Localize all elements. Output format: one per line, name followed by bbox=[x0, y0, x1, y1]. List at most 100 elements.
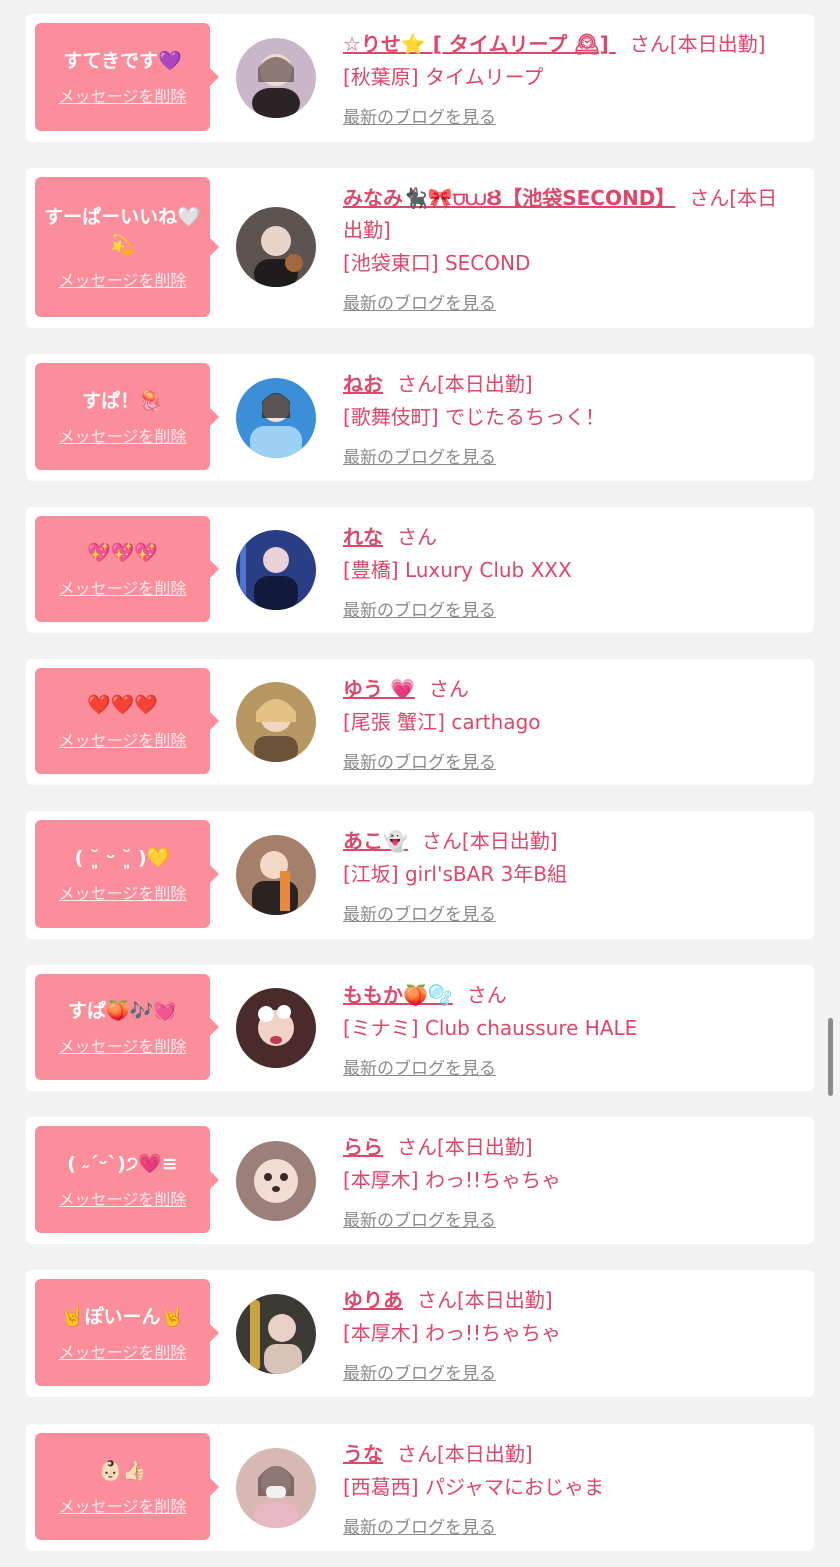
delete-message-link[interactable]: メッセージを削除 bbox=[59, 880, 187, 904]
message-bubble: すてきです💜 メッセージを削除 bbox=[35, 23, 219, 131]
cast-name-link[interactable]: れな bbox=[343, 525, 383, 549]
list-item: ( ˶ˊᵕˋ)੭💗≡ メッセージを削除 らら さん[本日出勤] [本厚木] わっ!… bbox=[26, 1117, 814, 1244]
message-text: すてきです💜 bbox=[63, 50, 182, 72]
message-text: ( ˘͈ ᵕ ˘͈ )💛 bbox=[74, 847, 171, 869]
message-text: すぱ！🪼 bbox=[82, 389, 163, 412]
entry-info: ももか🍑🫧 さん [ミナミ] Club chaussure HALE 最新のブログ… bbox=[343, 979, 796, 1082]
name-line: ☆りせ⭐ [ タイムリープ 🕰] さん[本日出勤] bbox=[343, 28, 796, 60]
avatar-image bbox=[236, 835, 316, 915]
avatar[interactable] bbox=[236, 207, 316, 287]
name-line: ゆりあ さん[本日出勤] bbox=[343, 1284, 796, 1316]
name-suffix: さん[本日出勤] bbox=[397, 1442, 533, 1466]
message-text: 🤘ぽいーん🤘 bbox=[60, 1305, 185, 1328]
avatar-image bbox=[236, 1294, 316, 1374]
name-line: あこ👻 さん[本日出勤] bbox=[343, 825, 796, 857]
avatar[interactable] bbox=[236, 530, 316, 610]
name-line: ももか🍑🫧 さん bbox=[343, 979, 796, 1011]
shop-info: [尾張 蟹江] carthago bbox=[343, 710, 541, 734]
list-item: 💖💖💖 メッセージを削除 れな さん [豊橋] Luxury Club XXX 最… bbox=[26, 507, 814, 633]
avatar-image bbox=[236, 207, 316, 287]
message-bubble: 👶🏻👍🏻 メッセージを削除 bbox=[35, 1433, 219, 1540]
cast-name-link[interactable]: らら bbox=[343, 1135, 383, 1159]
avatar[interactable] bbox=[236, 1141, 316, 1221]
delete-message-link[interactable]: メッセージを削除 bbox=[59, 423, 187, 447]
delete-message-link[interactable]: メッセージを削除 bbox=[59, 727, 187, 751]
cast-name-link[interactable]: ねお bbox=[343, 372, 383, 396]
avatar-image bbox=[236, 682, 316, 762]
cast-name-link[interactable]: ももか🍑🫧 bbox=[343, 983, 453, 1007]
delete-message-link[interactable]: メッセージを削除 bbox=[59, 267, 187, 291]
list-item: すぱ🍑🎶💓 メッセージを削除 ももか🍑🫧 さん [ミナミ] Club chauss… bbox=[26, 965, 814, 1091]
delete-message-link[interactable]: メッセージを削除 bbox=[59, 1339, 187, 1363]
shop-info: [江坂] girl'sBAR 3年B組 bbox=[343, 862, 568, 886]
cast-name-link[interactable]: うな bbox=[343, 1442, 383, 1466]
latest-blog-link[interactable]: 最新のブログを見る bbox=[343, 1361, 496, 1387]
entry-info: あこ👻 さん[本日出勤] [江坂] girl'sBAR 3年B組 最新のブログを見… bbox=[343, 825, 796, 928]
message-text: 💖💖💖 bbox=[87, 542, 158, 564]
entry-info: うな さん[本日出勤] [西葛西] パジャマにおじゃま 最新のブログを見る bbox=[343, 1438, 796, 1541]
message-text: ❤️❤️❤️ bbox=[87, 694, 158, 716]
cast-name-link[interactable]: ゆりあ bbox=[343, 1288, 403, 1312]
latest-blog-link[interactable]: 最新のブログを見る bbox=[343, 598, 496, 624]
entry-info: ねお さん[本日出勤] [歌舞伎町] でじたるちっく！ 最新のブログを見る bbox=[343, 368, 796, 471]
avatar-image bbox=[236, 530, 316, 610]
list-item: すぱ！🪼 メッセージを削除 ねお さん[本日出勤] [歌舞伎町] でじたるちっく！… bbox=[26, 354, 814, 481]
delete-message-link[interactable]: メッセージを削除 bbox=[59, 1493, 187, 1517]
delete-message-link[interactable]: メッセージを削除 bbox=[59, 1033, 187, 1057]
entry-info: ゆりあ さん[本日出勤] [本厚木] わっ!!ちゃちゃ 最新のブログを見る bbox=[343, 1284, 796, 1387]
list-item: すーぱーいいね🤍💫 メッセージを削除 みなみ🐈‍⬛🎀⩌⩊Ȣ【池袋SECOND】さ… bbox=[26, 168, 814, 328]
list-item: 🤘ぽいーん🤘 メッセージを削除 ゆりあ さん[本日出勤] [本厚木] わっ!!ちゃ… bbox=[26, 1270, 814, 1397]
name-suffix: さん[本日出勤] bbox=[397, 372, 533, 396]
latest-blog-link[interactable]: 最新のブログを見る bbox=[343, 750, 496, 776]
delete-message-link[interactable]: メッセージを削除 bbox=[59, 575, 187, 599]
name-line: れな さん bbox=[343, 521, 796, 553]
cast-name-link[interactable]: ゆう 💗 bbox=[343, 677, 415, 701]
avatar[interactable] bbox=[236, 682, 316, 762]
message-text: ( ˶ˊᵕˋ)੭💗≡ bbox=[67, 1152, 178, 1175]
cast-name-link[interactable]: あこ👻 bbox=[343, 829, 408, 853]
message-bubble: ( ˶ˊᵕˋ)੭💗≡ メッセージを削除 bbox=[35, 1126, 219, 1233]
message-bubble: すぱ🍑🎶💓 メッセージを削除 bbox=[35, 974, 219, 1080]
shop-info: [豊橋] Luxury Club XXX bbox=[343, 558, 572, 582]
message-text: すぱ🍑🎶💓 bbox=[68, 1000, 177, 1022]
avatar[interactable] bbox=[236, 988, 316, 1068]
delete-message-link[interactable]: メッセージを削除 bbox=[59, 1186, 187, 1210]
latest-blog-link[interactable]: 最新のブログを見る bbox=[343, 291, 496, 317]
avatar[interactable] bbox=[236, 1448, 316, 1528]
entry-info: らら さん[本日出勤] [本厚木] わっ!!ちゃちゃ 最新のブログを見る bbox=[343, 1131, 796, 1234]
latest-blog-link[interactable]: 最新のブログを見る bbox=[343, 1056, 496, 1082]
cast-name-link[interactable]: みなみ🐈‍⬛🎀⩌⩊Ȣ【池袋SECOND】 bbox=[343, 186, 675, 210]
name-suffix: さん[本日出勤] bbox=[421, 829, 558, 853]
name-line: みなみ🐈‍⬛🎀⩌⩊Ȣ【池袋SECOND】 さん[本日出勤] bbox=[343, 182, 796, 246]
avatar-image bbox=[236, 378, 316, 458]
message-bubble: 💖💖💖 メッセージを削除 bbox=[35, 516, 219, 622]
name-suffix: さん bbox=[466, 983, 507, 1007]
cast-name-link[interactable]: ☆りせ⭐ [ タイムリープ 🕰] bbox=[343, 32, 616, 56]
shop-info: [ミナミ] Club chaussure HALE bbox=[343, 1016, 638, 1040]
entry-info: れな さん [豊橋] Luxury Club XXX 最新のブログを見る bbox=[343, 521, 796, 624]
latest-blog-link[interactable]: 最新のブログを見る bbox=[343, 1515, 496, 1541]
scrollbar[interactable] bbox=[828, 1018, 833, 1096]
delete-message-link[interactable]: メッセージを削除 bbox=[59, 83, 187, 107]
list-item: すてきです💜 メッセージを削除 ☆りせ⭐ [ タイムリープ 🕰] さん[本日出勤… bbox=[26, 14, 814, 142]
shop-info: [秋葉原] タイムリープ bbox=[343, 65, 544, 89]
latest-blog-link[interactable]: 最新のブログを見る bbox=[343, 445, 496, 471]
name-line: ゆう 💗 さん bbox=[343, 673, 796, 705]
message-text: すーぱーいいね🤍💫 bbox=[44, 206, 201, 256]
latest-blog-link[interactable]: 最新のブログを見る bbox=[343, 1208, 496, 1234]
avatar[interactable] bbox=[236, 835, 316, 915]
avatar[interactable] bbox=[236, 378, 316, 458]
list-item: 👶🏻👍🏻 メッセージを削除 うな さん[本日出勤] [西葛西] パジャマにおじゃま… bbox=[26, 1424, 814, 1551]
message-bubble: すーぱーいいね🤍💫 メッセージを削除 bbox=[35, 177, 219, 317]
list-item: ( ˘͈ ᵕ ˘͈ )💛 メッセージを削除 あこ👻 さん[本日出勤] [江坂] g… bbox=[26, 811, 814, 939]
latest-blog-link[interactable]: 最新のブログを見る bbox=[343, 902, 496, 928]
shop-info: [歌舞伎町] でじたるちっく！ bbox=[343, 405, 605, 429]
entry-info: ゆう 💗 さん [尾張 蟹江] carthago 最新のブログを見る bbox=[343, 673, 796, 776]
latest-blog-link[interactable]: 最新のブログを見る bbox=[343, 105, 496, 131]
shop-info: [西葛西] パジャマにおじゃま bbox=[343, 1475, 604, 1499]
name-line: うな さん[本日出勤] bbox=[343, 1438, 796, 1470]
list-item: ❤️❤️❤️ メッセージを削除 ゆう 💗 さん [尾張 蟹江] carthago … bbox=[26, 659, 814, 785]
name-suffix: さん bbox=[397, 525, 437, 549]
avatar[interactable] bbox=[236, 1294, 316, 1374]
avatar[interactable] bbox=[236, 38, 316, 118]
